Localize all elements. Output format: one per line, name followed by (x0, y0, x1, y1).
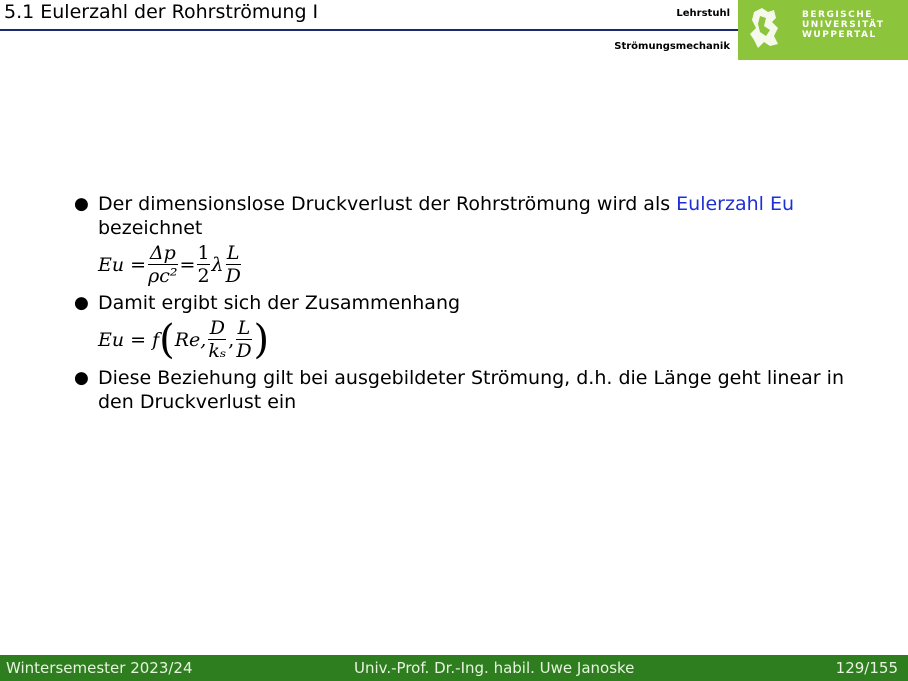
chair-label: Lehrstuhl (676, 8, 730, 19)
university-logo: BERGISCHE UNIVERSITÄT WUPPERTAL (738, 0, 908, 60)
lion-crest-icon (750, 8, 778, 48)
chair-subtitle: Strömungsmechanik (614, 41, 730, 52)
slide-content: ● Der dimensionslose Druckverlust der Ro… (74, 192, 878, 414)
footer-bar: Wintersemester 2023/24 Univ.-Prof. Dr.-I… (0, 655, 908, 681)
title-rule (0, 29, 738, 31)
bullet-icon: ● (74, 368, 89, 388)
fraction: 12 (197, 242, 210, 287)
bullet-item: ● Diese Beziehung gilt bei ausgebildeter… (74, 367, 844, 413)
bullet-item: ● Damit ergibt sich der Zusammenhang Eu … (74, 291, 878, 363)
slide-title: 5.1 Eulerzahl der Rohrströmung I (4, 1, 319, 23)
equation-relation: Eu = f ( Re, Dkₛ , LD ) (98, 316, 270, 363)
university-name: BERGISCHE UNIVERSITÄT WUPPERTAL (802, 10, 885, 40)
fraction: LD (225, 242, 241, 287)
footer-author: Univ.-Prof. Dr.-Ing. habil. Uwe Janoske (354, 659, 635, 677)
bullet-continuation: bezeichnet (98, 217, 203, 239)
bullet-item: ● Der dimensionslose Druckverlust der Ro… (74, 192, 878, 287)
bullet-icon: ● (74, 194, 89, 214)
footer-page-number: 129/155 (835, 659, 898, 677)
footer-semester: Wintersemester 2023/24 (6, 659, 193, 677)
fraction: LD (236, 317, 252, 362)
fraction: Δp ρc² (148, 242, 178, 287)
highlight-term: Eulerzahl Eu (676, 193, 795, 215)
bullet-icon: ● (74, 293, 89, 313)
equation-euler: Eu = Δp ρc² = 12 λ LD (98, 242, 241, 287)
fraction: Dkₛ (208, 317, 227, 362)
